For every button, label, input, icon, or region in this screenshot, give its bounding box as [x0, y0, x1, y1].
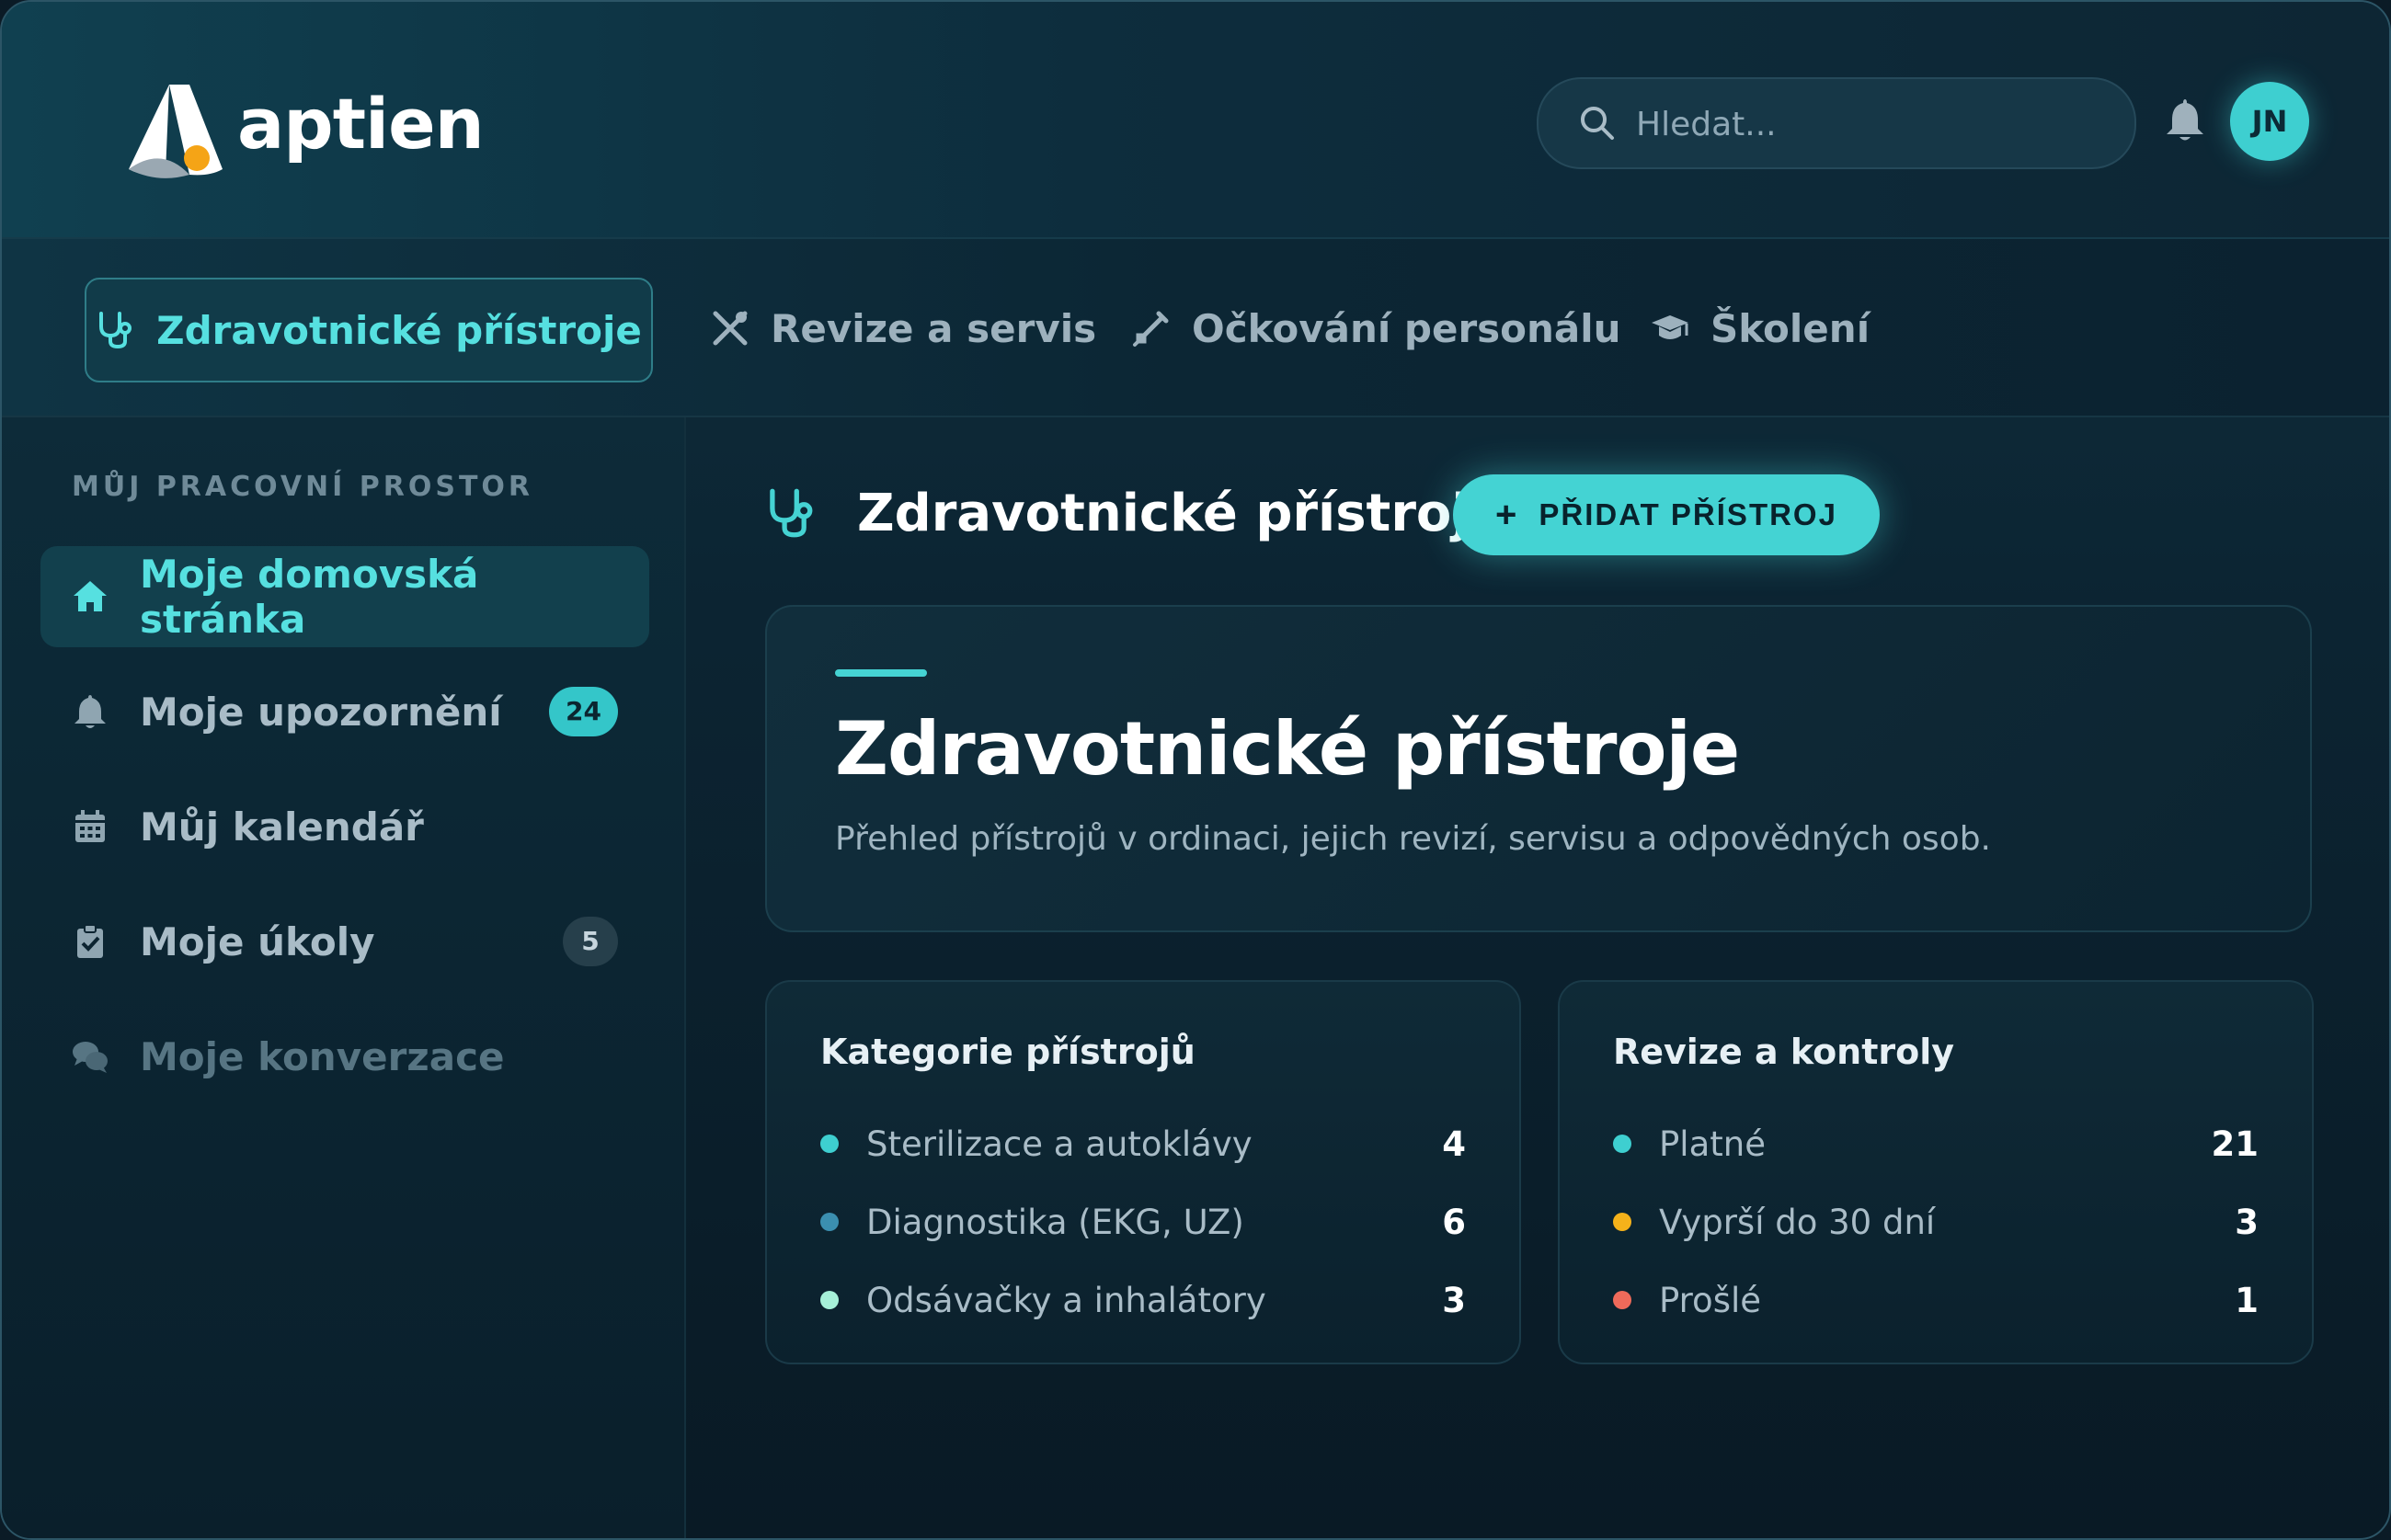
hero-title: Zdravotnické přístroje — [835, 706, 1740, 792]
status-dot — [1613, 1135, 1631, 1153]
tab-label: Očkování personálu — [1192, 305, 1621, 351]
module-tabs: Zdravotnické přístroje Revize a servis O… — [2, 239, 2389, 417]
row-label: Platné — [1659, 1124, 1766, 1164]
sidebar-item-conversations[interactable]: Moje konverzace — [40, 1006, 649, 1107]
sidebar-item-label: Můj kalendář — [140, 804, 424, 850]
sidebar-item-label: Moje domovská stránka — [140, 552, 479, 642]
aptien-logo-icon[interactable] — [125, 81, 226, 178]
list-item[interactable]: Platné 21 — [1613, 1116, 2259, 1171]
tools-icon — [713, 311, 748, 346]
card-inspections: Revize a kontroly Platné 21 Vyprší do 30… — [1558, 980, 2314, 1364]
row-label: Diagnostika (EKG, UZ) — [866, 1202, 1244, 1242]
row-label: Odsávačky a inhalátory — [866, 1280, 1266, 1320]
sidebar-heading: MŮJ PRACOVNÍ PROSTOR — [72, 471, 534, 503]
brand-name[interactable]: aptien — [237, 83, 485, 165]
stethoscope-icon — [99, 312, 132, 349]
add-device-button[interactable]: + PŘIDAT PŘÍSTROJ — [1453, 474, 1880, 555]
sidebar: MŮJ PRACOVNÍ PROSTOR Moje domovská strán… — [2, 417, 686, 1538]
sidebar-item-label: Moje konverzace — [140, 1033, 505, 1079]
list-item[interactable]: Odsávačky a inhalátory 3 — [820, 1272, 1466, 1328]
notification-count-badge: 24 — [549, 687, 618, 736]
tab-label: Zdravotnické přístroje — [156, 307, 642, 353]
list-item[interactable]: Vyprší do 30 dní 3 — [1613, 1194, 2259, 1249]
row-count: 4 — [1442, 1124, 1466, 1164]
row-label: Sterilizace a autoklávy — [866, 1124, 1253, 1164]
hero-card: Zdravotnické přístroje Přehled přístrojů… — [765, 605, 2312, 932]
row-count: 21 — [2211, 1124, 2259, 1164]
card-device-categories: Kategorie přístrojů Sterilizace a autokl… — [765, 980, 1521, 1364]
search-input[interactable] — [1634, 97, 2098, 151]
clipboard-check-icon — [77, 924, 103, 958]
list-item[interactable]: Prošlé 1 — [1613, 1272, 2259, 1328]
sidebar-item-home[interactable]: Moje domovská stránka — [40, 546, 649, 647]
sidebar-item-label: Moje úkoly — [140, 918, 375, 964]
sidebar-item-label: Moje upozornění — [140, 689, 502, 735]
row-label: Vyprší do 30 dní — [1659, 1202, 1936, 1242]
top-bar: aptien JN — [2, 2, 2389, 239]
chat-bubbles-icon — [73, 1042, 108, 1073]
hero-description: Přehled přístrojů v ordinaci, jejich rev… — [835, 820, 1991, 858]
row-count: 3 — [2235, 1202, 2259, 1242]
notifications-bell-icon[interactable] — [2165, 97, 2205, 143]
tab-revize-a-servis[interactable]: Revize a servis — [710, 278, 1096, 379]
status-dot — [820, 1135, 839, 1153]
search-icon — [1581, 107, 1614, 140]
app-window: aptien JN Zdravotnické přístroje — [0, 0, 2391, 1540]
sidebar-item-notifications[interactable]: Moje upozornění 24 — [40, 661, 649, 762]
tab-label: Revize a servis — [771, 305, 1097, 351]
page-title: Zdravotnické přístroje — [857, 484, 1504, 543]
add-device-label: PŘIDAT PŘÍSTROJ — [1539, 497, 1837, 531]
status-dot — [1613, 1291, 1631, 1309]
tasks-count-badge: 5 — [563, 917, 618, 966]
calendar-icon — [75, 810, 105, 842]
list-item[interactable]: Diagnostika (EKG, UZ) 6 — [820, 1194, 1466, 1249]
card-title: Kategorie přístrojů — [820, 1032, 1196, 1072]
tab-skoleni[interactable]: Školení — [1650, 278, 1870, 379]
row-count: 1 — [2235, 1280, 2259, 1320]
sidebar-item-calendar[interactable]: Můj kalendář — [40, 776, 649, 877]
accent-bar — [835, 669, 927, 677]
search-box[interactable] — [1537, 77, 2136, 169]
home-icon — [74, 581, 107, 611]
row-count: 3 — [1442, 1280, 1466, 1320]
bell-icon — [74, 695, 106, 728]
status-dot — [820, 1213, 839, 1231]
status-dot — [820, 1291, 839, 1309]
row-label: Prošlé — [1659, 1280, 1762, 1320]
plus-icon: + — [1495, 494, 1519, 535]
graduation-cap-icon — [1652, 315, 1688, 339]
syringe-icon — [1133, 311, 1169, 347]
status-dot — [1613, 1213, 1631, 1231]
sidebar-item-tasks[interactable]: Moje úkoly 5 — [40, 891, 649, 992]
card-title: Revize a kontroly — [1613, 1032, 1955, 1072]
list-item[interactable]: Sterilizace a autoklávy 4 — [820, 1116, 1466, 1171]
tab-zdravotnicke-pristroje[interactable]: Zdravotnické přístroje — [85, 278, 653, 382]
row-count: 6 — [1442, 1202, 1466, 1242]
tab-label: Školení — [1710, 305, 1870, 351]
stethoscope-icon — [770, 488, 813, 538]
user-avatar[interactable]: JN — [2230, 82, 2309, 161]
tab-ockovani-personalu[interactable]: Očkování personálu — [1131, 278, 1621, 379]
